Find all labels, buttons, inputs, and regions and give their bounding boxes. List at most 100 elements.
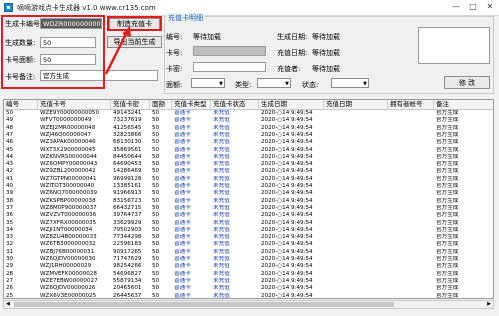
table-cell: 2020-○14 9:49:54 xyxy=(261,131,313,138)
table-cell: 50 xyxy=(152,175,160,182)
column-header[interactable]: 充值卡号 xyxy=(38,100,111,109)
column-header[interactable]: 生成日期 xyxy=(259,100,324,109)
table-row[interactable]: 32 WZ6TB3000000032 22596183 50 普通卡 未充值 2020-○1… xyxy=(4,241,493,248)
table-row[interactable]: 44 WZKNVRS00000044 84450644 50 普通卡 未充值 2020-○1… xyxy=(4,154,493,161)
table-row[interactable]: 38 WZKSPBP00000038 83156723 50 普通卡 未充值 2020-○1… xyxy=(4,198,493,205)
table-cell xyxy=(388,227,434,234)
table-row[interactable]: 42 WZ9ZBL200000042 14286469 50 普通卡 未充值 2020-○1… xyxy=(4,168,493,175)
table-row[interactable]: 47 WZJ46Q00000047 32823866 50 普通卡 未充值 2020-○14… xyxy=(4,132,493,139)
table-cell: 83156723 xyxy=(113,197,142,204)
table-row[interactable]: 37 WZ8M0P900000037 66432715 50 普通卡 未充值 2020-○1… xyxy=(4,205,493,212)
table-cell xyxy=(388,139,434,146)
table-cell xyxy=(324,147,388,154)
table-row[interactable]: 41 WZ7GTPN00000041 96999128 50 普通卡 未充值 2020-○1… xyxy=(4,176,493,183)
table-cell: 39764737 xyxy=(113,212,142,219)
table-cell: 20465601 xyxy=(113,285,142,292)
maximize-button[interactable]: □ xyxy=(466,2,480,12)
table-cell: 50 xyxy=(152,219,160,226)
table-row[interactable]: 35 WZ7XFRX00000035 33629929 50 普通卡 未充值 2020-○1… xyxy=(4,220,493,227)
table-cell: 50 xyxy=(152,256,160,262)
table-row[interactable]: 40 WZITOT300000040 13385161 50 普通卡 未充值 2020-○1… xyxy=(4,183,493,190)
table-cell: 2020-○14 9:49:54 xyxy=(261,117,313,124)
table-row[interactable]: 31 WZBJ76B00000031 90917265 50 普通卡 未充值 2020-○1… xyxy=(4,249,493,256)
scroll-right-icon[interactable]: ▶ xyxy=(487,301,491,307)
table-cell: 未充值 xyxy=(213,153,230,160)
detail-card-no-input[interactable] xyxy=(193,46,266,56)
detail-type-select[interactable]: ▼ xyxy=(257,78,291,88)
table-cell: WZITOT300000040 xyxy=(40,183,95,189)
scrollbar-thumb[interactable] xyxy=(14,302,394,307)
table-cell xyxy=(388,176,434,183)
detail-memo-box[interactable] xyxy=(418,27,490,64)
table-row[interactable]: 34 WZJI1NT00000034 79502903 50 普通卡 未充值 2020-○1… xyxy=(4,227,493,234)
column-header[interactable]: 充值卡状态 xyxy=(211,100,259,109)
table-cell: WZ6TB3000000032 xyxy=(40,241,96,248)
table-cell: 官方生成 xyxy=(436,131,459,138)
table-cell: 未充值 xyxy=(213,256,230,262)
detail-number-value: 等待加载 xyxy=(193,33,221,41)
table-row[interactable]: 46 WZ3APAK00000046 68130130 50 普通卡 未充值 2020-○1… xyxy=(4,139,493,146)
table-cell: 39 xyxy=(6,190,14,197)
modify-button[interactable]: 修 改 xyxy=(444,76,490,89)
table-cell: 50 xyxy=(152,153,160,160)
table-row[interactable]: 45 WXT3X2900000045 35869561 50 普通卡 未充值 2020-○1… xyxy=(4,147,493,154)
table-cell: WZJ46Q00000047 xyxy=(40,131,92,138)
table-row[interactable]: 30 WZ6QJDV00000030 71747629 50 普通卡 未充值 2020-○1… xyxy=(4,256,493,263)
table-cell: WXT3X2900000045 xyxy=(40,146,96,153)
table-cell: 50 xyxy=(152,226,160,233)
column-header[interactable]: 拥有者帐号 xyxy=(388,100,434,109)
minimize-button[interactable]: — xyxy=(449,2,463,12)
table-cell: WZVZVT000000036 xyxy=(40,212,97,219)
table-cell: 普通卡 xyxy=(174,292,191,299)
table-cell: 未充值 xyxy=(213,248,230,255)
column-header[interactable]: 充值日期 xyxy=(324,100,388,109)
scroll-left-icon[interactable]: ◀ xyxy=(6,301,10,307)
table-cell: 77344298 xyxy=(113,234,142,241)
table-cell: 50 xyxy=(152,234,160,241)
table-cell: 官方生成 xyxy=(436,168,459,175)
column-header[interactable]: 充值卡类型 xyxy=(172,100,211,109)
table-row[interactable]: 33 WZ8ZU4B00000033 77344298 50 普通卡 未充值 2020-○1… xyxy=(4,234,493,241)
table-row[interactable]: 28 WZMVEFK00000028 54696827 50 普通卡 未充值 2020-○1… xyxy=(4,271,493,278)
table-cell: 2020-○14 9:49:54 xyxy=(261,285,313,292)
column-header[interactable]: 备注 xyxy=(434,100,493,109)
table-row[interactable]: 26 WZ6QJDV00000026 20465601 50 普通卡 未充值 2020-○1… xyxy=(4,285,493,292)
table-row[interactable]: 27 WZE7EBW00000027 55879134 50 普通卡 未充值 2020-○1… xyxy=(4,278,493,285)
table-cell: 官方生成 xyxy=(436,117,459,124)
table-row[interactable]: 49 WFVT0000000049 73237619 50 普通卡 未充值 2020-○14… xyxy=(4,117,493,124)
table-cell: 2020-○14 9:49:54 xyxy=(261,161,313,168)
table-cell: 未充值 xyxy=(213,277,230,284)
table-row[interactable]: 36 WZVZVT000000036 39764737 50 普通卡 未充值 2020-○1… xyxy=(4,212,493,219)
table-cell: 未充值 xyxy=(213,241,230,248)
table-row[interactable]: 48 WZEJ2MR00000048 41256545 50 普通卡 未充值 2020-○1… xyxy=(4,125,493,132)
table-row[interactable]: 39 WZ6NQ7000000039 91966913 50 普通卡 未充值 2020-○1… xyxy=(4,190,493,197)
column-header[interactable]: 编号 xyxy=(4,100,38,109)
card-table[interactable]: 编号 充值卡号 充值卡密 面额 充值卡类型 充值卡状态 生成日期 充值日期 拥有… xyxy=(3,99,494,299)
table-cell: 27 xyxy=(6,277,14,284)
table-cell: 2020-○14 9:49:54 xyxy=(261,168,313,175)
table-row[interactable]: 29 WZJ1RH00000029 98254266 50 普通卡 未充值 2020-○14… xyxy=(4,263,493,270)
horizontal-scrollbar[interactable]: ◀ ▶ xyxy=(3,300,494,309)
table-cell xyxy=(324,190,388,197)
table-cell: 50 xyxy=(152,161,160,168)
detail-face-select[interactable]: ▼ xyxy=(191,78,225,88)
table-cell: 50 xyxy=(152,248,160,255)
table-row[interactable]: 50 WZE9Y00000000050 49143241 50 普通卡 未充值 2020-○… xyxy=(4,110,493,117)
table-cell xyxy=(388,168,434,175)
table-cell: 50 xyxy=(152,277,160,284)
table-cell: 41256545 xyxy=(113,124,142,131)
table-cell: WZ8ZU4B00000033 xyxy=(40,234,97,241)
table-row[interactable]: 25 WZX6V3E00000025 26445637 50 普通卡 未充值 2020-○1… xyxy=(4,292,493,299)
detail-card-pwd-input[interactable] xyxy=(193,62,266,72)
table-cell xyxy=(324,285,388,292)
table-cell xyxy=(388,249,434,256)
detail-face-label: 面额: xyxy=(166,81,183,89)
table-cell xyxy=(388,117,434,124)
close-button[interactable]: ✕ xyxy=(483,2,497,12)
column-header[interactable]: 充值卡密 xyxy=(111,100,150,109)
detail-status-select[interactable]: ▼ xyxy=(331,78,369,88)
table-cell: 91966913 xyxy=(113,190,142,197)
table-row[interactable]: 43 WZ6QMPY00000043 64690453 50 普通卡 未充值 2020-○1… xyxy=(4,161,493,168)
table-cell: 未充值 xyxy=(213,131,230,138)
column-header[interactable]: 面额 xyxy=(150,100,172,109)
